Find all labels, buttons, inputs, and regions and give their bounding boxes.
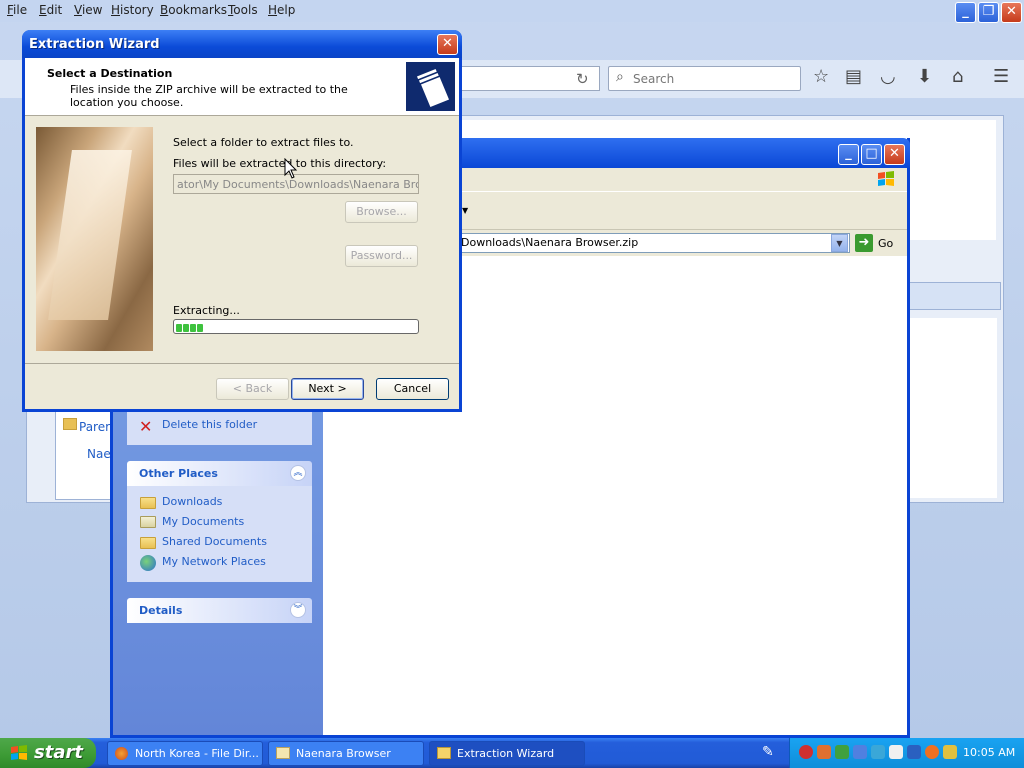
reload-icon[interactable]: ↻ — [576, 70, 589, 88]
menu-help[interactable]: Help — [268, 3, 295, 17]
browser-restore-button[interactable]: ❐ — [978, 2, 999, 23]
taskbar-item-extraction-wizard[interactable]: Extraction Wizard — [429, 741, 585, 766]
wizard-subheading: Files inside the ZIP archive will be ext… — [70, 83, 348, 109]
other-places-downloads[interactable]: Downloads — [162, 495, 222, 508]
compressed-folder-icon — [406, 62, 455, 111]
browser-side-content — [909, 318, 997, 498]
menu-edit[interactable]: Edit — [39, 3, 62, 17]
go-arrow-icon[interactable]: ➜ — [855, 234, 873, 252]
other-places-shared-documents[interactable]: Shared Documents — [162, 535, 267, 548]
tray-app-icon[interactable] — [853, 745, 867, 759]
details-title: Details — [139, 604, 183, 617]
tray-app-icon[interactable] — [817, 745, 831, 759]
menu-file[interactable]: File — [7, 3, 27, 17]
browser-close-button[interactable]: ✕ — [1001, 2, 1022, 23]
mouse-cursor-icon — [284, 158, 298, 179]
browser-minimize-button[interactable]: _ — [955, 2, 976, 23]
other-places-title: Other Places — [139, 467, 218, 480]
menu-tools[interactable]: Tools — [228, 3, 258, 17]
start-label: start — [34, 742, 83, 763]
background-dialog-link[interactable]: Parer — [79, 420, 110, 434]
back-button[interactable]: < Back — [216, 378, 289, 400]
tray-app-icon[interactable] — [889, 745, 903, 759]
windows-logo-icon — [878, 171, 894, 186]
delete-folder-link[interactable]: Delete this folder — [162, 418, 257, 431]
chevron-down-icon[interactable]: ︾ — [290, 602, 306, 618]
explorer-maximize-button[interactable]: □ — [861, 144, 882, 165]
explorer-close-button[interactable]: ✕ — [884, 144, 905, 165]
background-dialog-link[interactable]: Nae — [87, 447, 111, 461]
taskbar-item-label: Naenara Browser — [296, 747, 391, 760]
tray-app-icon[interactable] — [835, 745, 849, 759]
download-icon[interactable]: ⬇ — [917, 66, 932, 87]
search-icon: ⌕ — [616, 69, 624, 85]
taskbar-item-label: Extraction Wizard — [457, 747, 555, 760]
other-places-my-documents[interactable]: My Documents — [162, 515, 244, 528]
hamburger-menu-icon[interactable]: ☰ — [993, 66, 1009, 87]
tray-app-icon[interactable] — [925, 745, 939, 759]
windows-logo-icon — [11, 745, 27, 760]
chevron-down-icon[interactable]: ▼ — [831, 234, 848, 252]
bookmark-star-icon[interactable]: ☆ — [813, 66, 829, 87]
folder-icon — [63, 418, 77, 430]
my-documents-icon — [140, 516, 156, 528]
progress-segment — [197, 324, 203, 332]
browse-button[interactable]: Browse... — [345, 201, 418, 223]
extraction-progress-bar — [173, 319, 419, 334]
menu-view[interactable]: View — [74, 3, 102, 17]
search-placeholder: Search — [633, 72, 675, 86]
explorer-minimize-button[interactable]: _ — [838, 144, 859, 165]
wizard-heading: Select a Destination — [47, 67, 173, 80]
extracting-label: Extracting... — [173, 304, 240, 317]
cancel-button[interactable]: Cancel — [376, 378, 449, 400]
next-button[interactable]: Next > — [291, 378, 364, 400]
other-places-network[interactable]: My Network Places — [162, 555, 266, 568]
folder-icon — [437, 747, 451, 759]
other-places-header[interactable]: Other Places ︽ — [127, 461, 312, 486]
tray-app-icon[interactable] — [943, 745, 957, 759]
tray-app-icon[interactable] — [871, 745, 885, 759]
home-icon[interactable]: ⌂ — [952, 66, 963, 87]
pocket-icon[interactable]: ◡ — [880, 66, 896, 87]
folder-icon — [276, 747, 290, 759]
taskbar-item-label: North Korea - File Dir... — [135, 747, 259, 760]
reading-list-icon[interactable]: ▤ — [845, 66, 862, 87]
browser-side-panel — [909, 282, 1001, 310]
taskbar-item-browser[interactable]: North Korea - File Dir... — [107, 741, 263, 766]
address-text: Downloads\Naenara Browser.zip — [461, 236, 639, 249]
progress-segment — [176, 324, 182, 332]
menu-bookmarks[interactable]: Bookmarks — [160, 3, 227, 17]
show-desktop-icon[interactable]: ✎ — [762, 744, 774, 760]
details-header[interactable]: Details ︾ — [127, 598, 312, 623]
menu-history[interactable]: History — [111, 3, 154, 17]
wizard-footer-divider — [25, 363, 459, 364]
taskbar-clock[interactable]: 10:05 AM — [963, 746, 1015, 759]
shield-icon[interactable] — [799, 745, 813, 759]
chevron-up-icon[interactable]: ︽ — [290, 465, 306, 481]
progress-segment — [190, 324, 196, 332]
folder-icon — [140, 537, 156, 549]
go-button[interactable]: Go — [878, 237, 893, 250]
wizard-close-button[interactable]: ✕ — [437, 34, 458, 55]
tray-app-icon[interactable] — [907, 745, 921, 759]
password-button[interactable]: Password... — [345, 245, 418, 267]
delete-icon: ✕ — [139, 417, 153, 436]
select-folder-label: Select a folder to extract files to. — [173, 136, 354, 149]
taskbar-item-naenara-folder[interactable]: Naenara Browser — [268, 741, 424, 766]
browser-menubar: File Edit View History Bookmarks Tools H… — [0, 0, 1024, 22]
browser-icon — [115, 747, 128, 760]
network-globe-icon — [140, 555, 156, 571]
wizard-title: Extraction Wizard — [29, 37, 160, 52]
toolbar-dropdown-icon[interactable]: ▼ — [462, 206, 468, 215]
folder-icon — [140, 497, 156, 509]
directory-label: Files will be extracted to this director… — [173, 157, 387, 170]
progress-segment — [183, 324, 189, 332]
